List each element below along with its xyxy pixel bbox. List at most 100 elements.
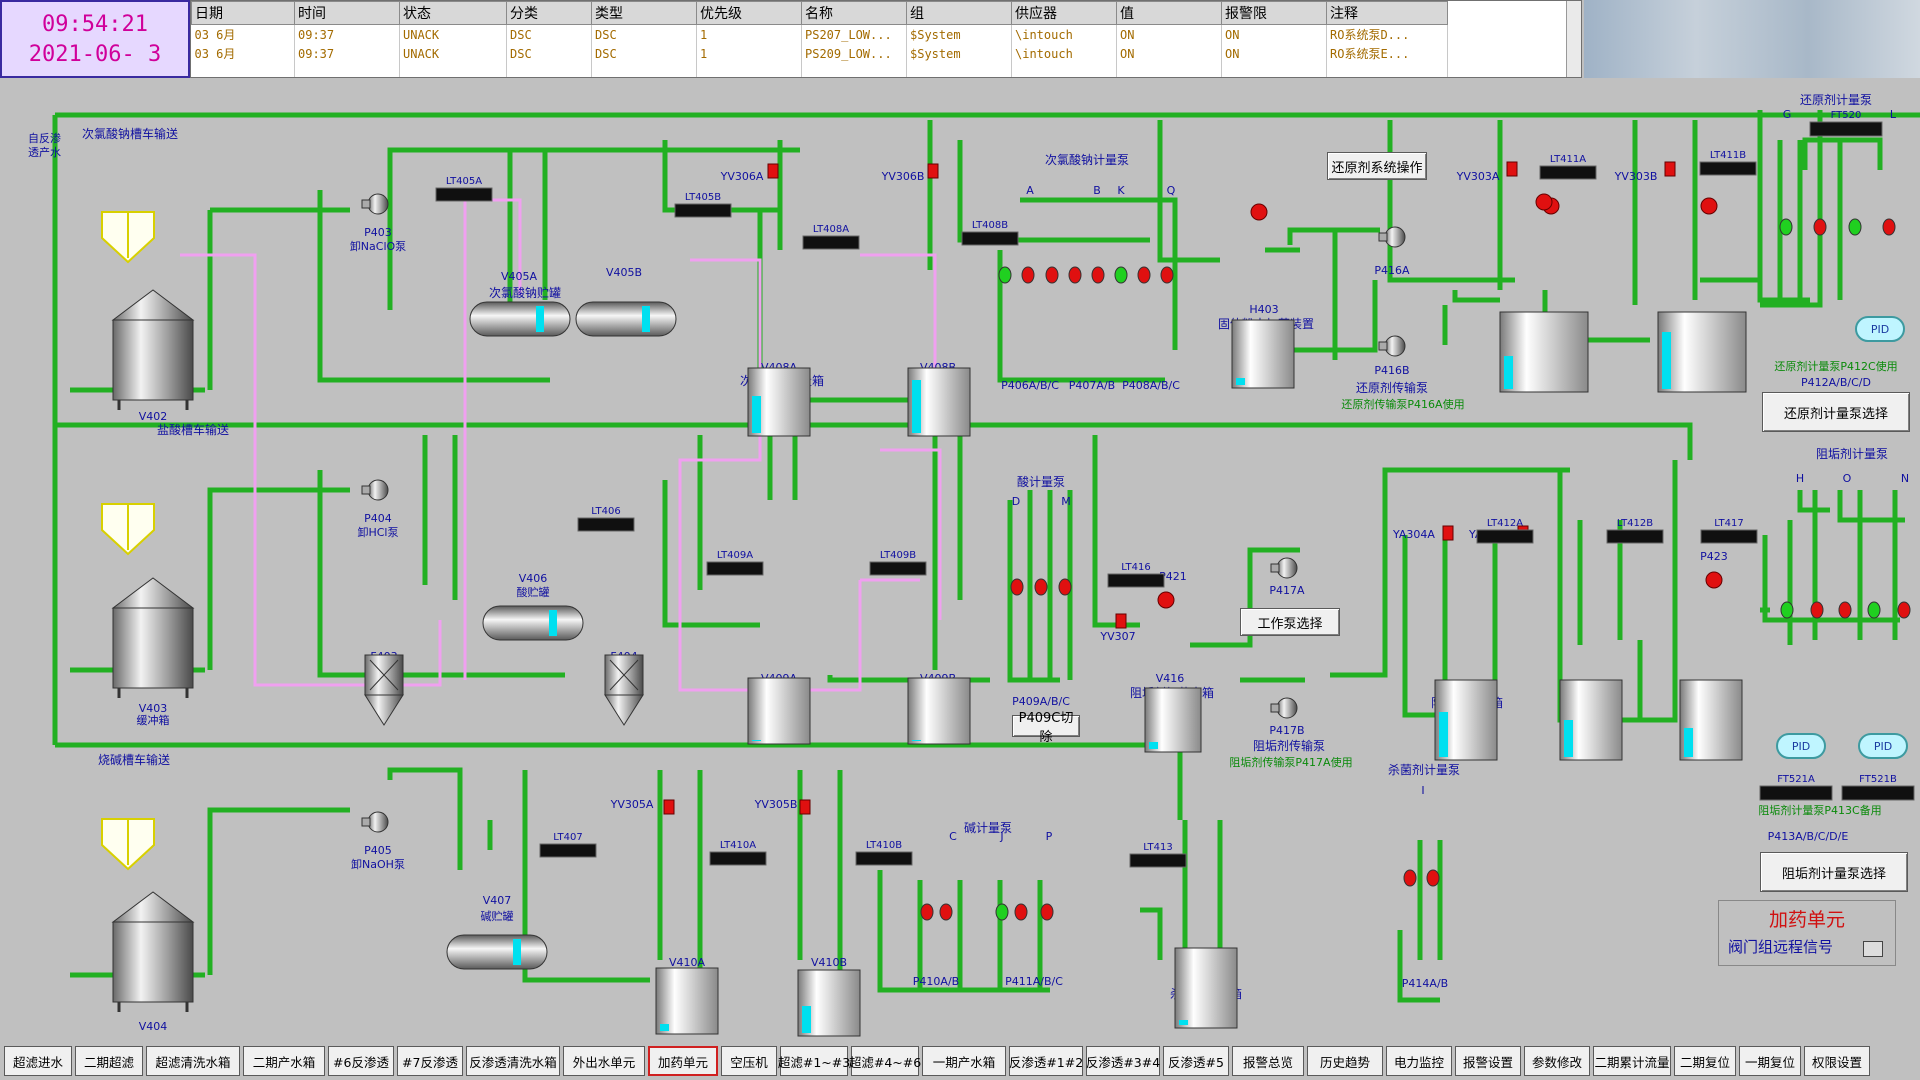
label-11: P404: [364, 512, 392, 525]
level-lt408b-box: [961, 231, 1019, 246]
alarm-col-header[interactable]: 类型: [591, 1, 697, 25]
pid-button-ft521b[interactable]: PID: [1858, 733, 1908, 759]
nav-18[interactable]: 电力监控: [1386, 1046, 1452, 1076]
alarm-header-row: 日期 时间 状态 分类 类型 优先级 名称组供应器值报警限 注释: [191, 1, 1448, 25]
p409c-cutoff-button[interactable]: P409C切除: [1012, 711, 1080, 745]
reductant-pump-select-button[interactable]: 还原剂计量泵选择: [1762, 392, 1910, 432]
alarm-col-header[interactable]: 分类: [506, 1, 592, 25]
nav-5[interactable]: #7反渗透: [397, 1046, 463, 1076]
label-52: H403: [1249, 303, 1278, 316]
nav-24[interactable]: 权限设置: [1804, 1046, 1870, 1076]
label-82: 杀菌剂计量泵: [1388, 762, 1460, 777]
nav-16[interactable]: 报警总览: [1232, 1046, 1304, 1076]
motor-4: [1705, 571, 1723, 589]
nav-11[interactable]: 超滤#4~#6: [849, 1046, 921, 1076]
nav-9[interactable]: 空压机: [721, 1046, 777, 1076]
reductant-operation-button[interactable]: 还原剂系统操作: [1327, 152, 1427, 180]
work-pump-select-button[interactable]: 工作泵选择: [1240, 608, 1340, 636]
label-18: V406: [519, 572, 548, 585]
level-lt410a-tag: LT410A: [720, 840, 756, 851]
nav-0[interactable]: 超滤进水: [4, 1046, 72, 1076]
alarm-col-header[interactable]: 日期: [191, 1, 295, 25]
level-lt405b-tag: LT405B: [685, 192, 721, 203]
nav-1[interactable]: 二期超滤: [75, 1046, 143, 1076]
alarm-row[interactable]: 03 6月 09:37 UNACK DSC DSC 1 PS207_LOW... $Syste…: [191, 24, 1448, 44]
label-85: L: [1890, 108, 1897, 121]
tank-v406: [482, 605, 584, 641]
nav-23[interactable]: 一期复位: [1739, 1046, 1801, 1076]
alarm-col-header[interactable]: 值: [1116, 1, 1222, 25]
lamp-scale-3: [1867, 601, 1881, 619]
nav-15[interactable]: 反渗透#5: [1163, 1046, 1229, 1076]
level-lt409b-box: [869, 561, 927, 576]
label-65: V416: [1156, 672, 1185, 685]
silo-v404-roof: [111, 891, 195, 923]
alarm-cell: [801, 63, 907, 77]
scale-pump-select-button[interactable]: 阻垢剂计量泵选择: [1760, 852, 1908, 892]
alarm-scrollbar[interactable]: [1566, 1, 1581, 77]
nav-8[interactable]: 加药单元: [648, 1046, 718, 1076]
label-79: P413A/B/C/D/E: [1768, 830, 1849, 843]
alarm-col-header[interactable]: 供应器: [1011, 1, 1117, 25]
lamp-scale-2: [1838, 601, 1852, 619]
pump-p416a-nozzle: [1378, 232, 1388, 242]
nav-2[interactable]: 超滤清洗水箱: [146, 1046, 240, 1076]
label-94: M: [1061, 495, 1071, 508]
alarm-row[interactable]: 03 6月 09:37 UNACK DSC DSC 1 PS209_LOW... $Syste…: [191, 44, 1448, 63]
nav-4[interactable]: #6反渗透: [328, 1046, 394, 1076]
lamp-scale-1: [1810, 601, 1824, 619]
pump-p403-nozzle: [361, 199, 371, 209]
box-v408b-level: [912, 380, 921, 433]
alarm-col-header[interactable]: 注释: [1326, 1, 1448, 25]
label-16: V405B: [606, 266, 642, 279]
alarm-cell: [906, 63, 1012, 77]
alarm-cell: ON: [1221, 44, 1327, 63]
alarm-col-header[interactable]: 名称: [801, 1, 907, 25]
nav-22[interactable]: 二期复位: [1674, 1046, 1736, 1076]
nav-21[interactable]: 二期累计流量: [1593, 1046, 1671, 1076]
lamp-row1-0: [998, 266, 1012, 284]
nav-14[interactable]: 反渗透#3#4: [1086, 1046, 1160, 1076]
alarm-cell: RO系统泵E...: [1326, 44, 1448, 63]
nav-19[interactable]: 报警设置: [1455, 1046, 1521, 1076]
label-40: YV305A: [610, 798, 654, 811]
lamp-alkali-3: [1014, 903, 1028, 921]
alarm-col-header[interactable]: 组: [906, 1, 1012, 25]
clock-date: 2021-06- 3: [28, 42, 162, 67]
alarm-col-header[interactable]: 时间: [294, 1, 400, 25]
level-lt409a-tag: LT409A: [717, 550, 753, 561]
nav-7[interactable]: 外出水单元: [563, 1046, 645, 1076]
nav-17[interactable]: 历史趋势: [1307, 1046, 1383, 1076]
label-5: V402: [139, 410, 168, 423]
motor-2: [1700, 197, 1718, 215]
nav-3[interactable]: 二期产水箱: [243, 1046, 325, 1076]
label-54: P416A: [1374, 264, 1410, 277]
label-7: 缓冲箱: [137, 713, 170, 727]
alarm-table[interactable]: 日期 时间 状态 分类 类型 优先级 名称组供应器值报警限 注释 03 6月 09:37 UNAC…: [190, 0, 1582, 78]
tank-v405a: [469, 301, 571, 337]
alarm-cell: [696, 63, 802, 77]
alarm-row-empty: [191, 63, 1448, 77]
label-96: J: [999, 830, 1003, 843]
nav-20[interactable]: 参数修改: [1524, 1046, 1590, 1076]
nav-10[interactable]: 超滤#1~#3: [778, 1046, 850, 1076]
valve-group-remote-indicator[interactable]: [1863, 941, 1883, 957]
label-49: 碱计量泵: [964, 821, 1012, 835]
label-20: V407: [483, 894, 512, 907]
pid-button-ft520[interactable]: PID: [1855, 316, 1905, 342]
label-1: 透产水: [28, 145, 61, 159]
tank-v406-gauge: [549, 610, 557, 636]
alarm-col-header[interactable]: 优先级: [696, 1, 802, 25]
nav-13[interactable]: 反渗透#1#2: [1009, 1046, 1083, 1076]
nav-6[interactable]: 反渗透清洗水箱: [466, 1046, 560, 1076]
alarm-col-header[interactable]: 状态: [399, 1, 507, 25]
pid-button-ft521a[interactable]: PID: [1776, 733, 1826, 759]
tank-v405b-gauge: [642, 306, 650, 332]
label-17: 次氯酸钠贮罐: [489, 285, 561, 300]
silo-v403-body: [112, 607, 194, 689]
level-lt417-box: [1700, 529, 1758, 544]
label-69: P417B: [1269, 724, 1304, 737]
nav-12[interactable]: 一期产水箱: [922, 1046, 1006, 1076]
alarm-col-header[interactable]: 报警限: [1221, 1, 1327, 25]
flow-ft521a-tag: FT521A: [1777, 774, 1815, 785]
